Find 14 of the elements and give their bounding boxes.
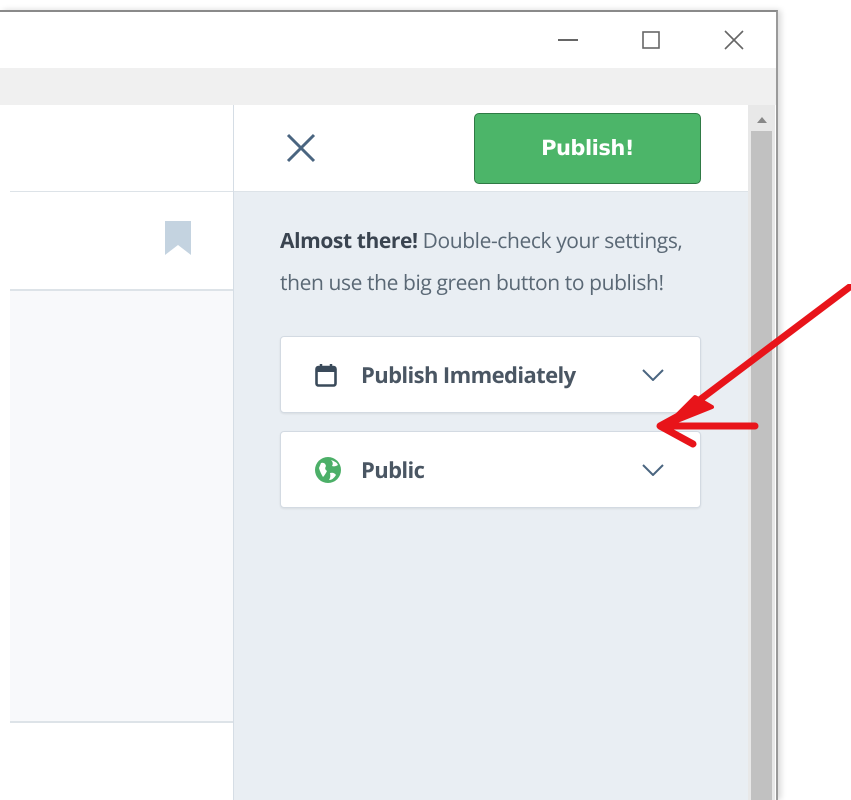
calendar-icon [315, 362, 337, 386]
chevron-down-icon [642, 464, 664, 476]
dropdown[interactable]: Public [280, 431, 701, 508]
globe-icon [315, 456, 341, 482]
close-icon[interactable] [286, 133, 316, 163]
chevron-down-icon [642, 368, 664, 380]
maximize-icon[interactable] [642, 31, 660, 49]
close-icon[interactable] [724, 30, 744, 50]
bookmark-icon[interactable] [165, 220, 191, 254]
dropdown[interactable]: Publish Immediately [280, 336, 701, 413]
scrollbar-thumb[interactable] [751, 131, 772, 800]
instruction-text: Almost there! Double-check your settings, then use the big green button to publish! [280, 226, 684, 299]
scrollbar[interactable] [748, 105, 775, 800]
scroll-up-icon[interactable] [756, 117, 766, 123]
